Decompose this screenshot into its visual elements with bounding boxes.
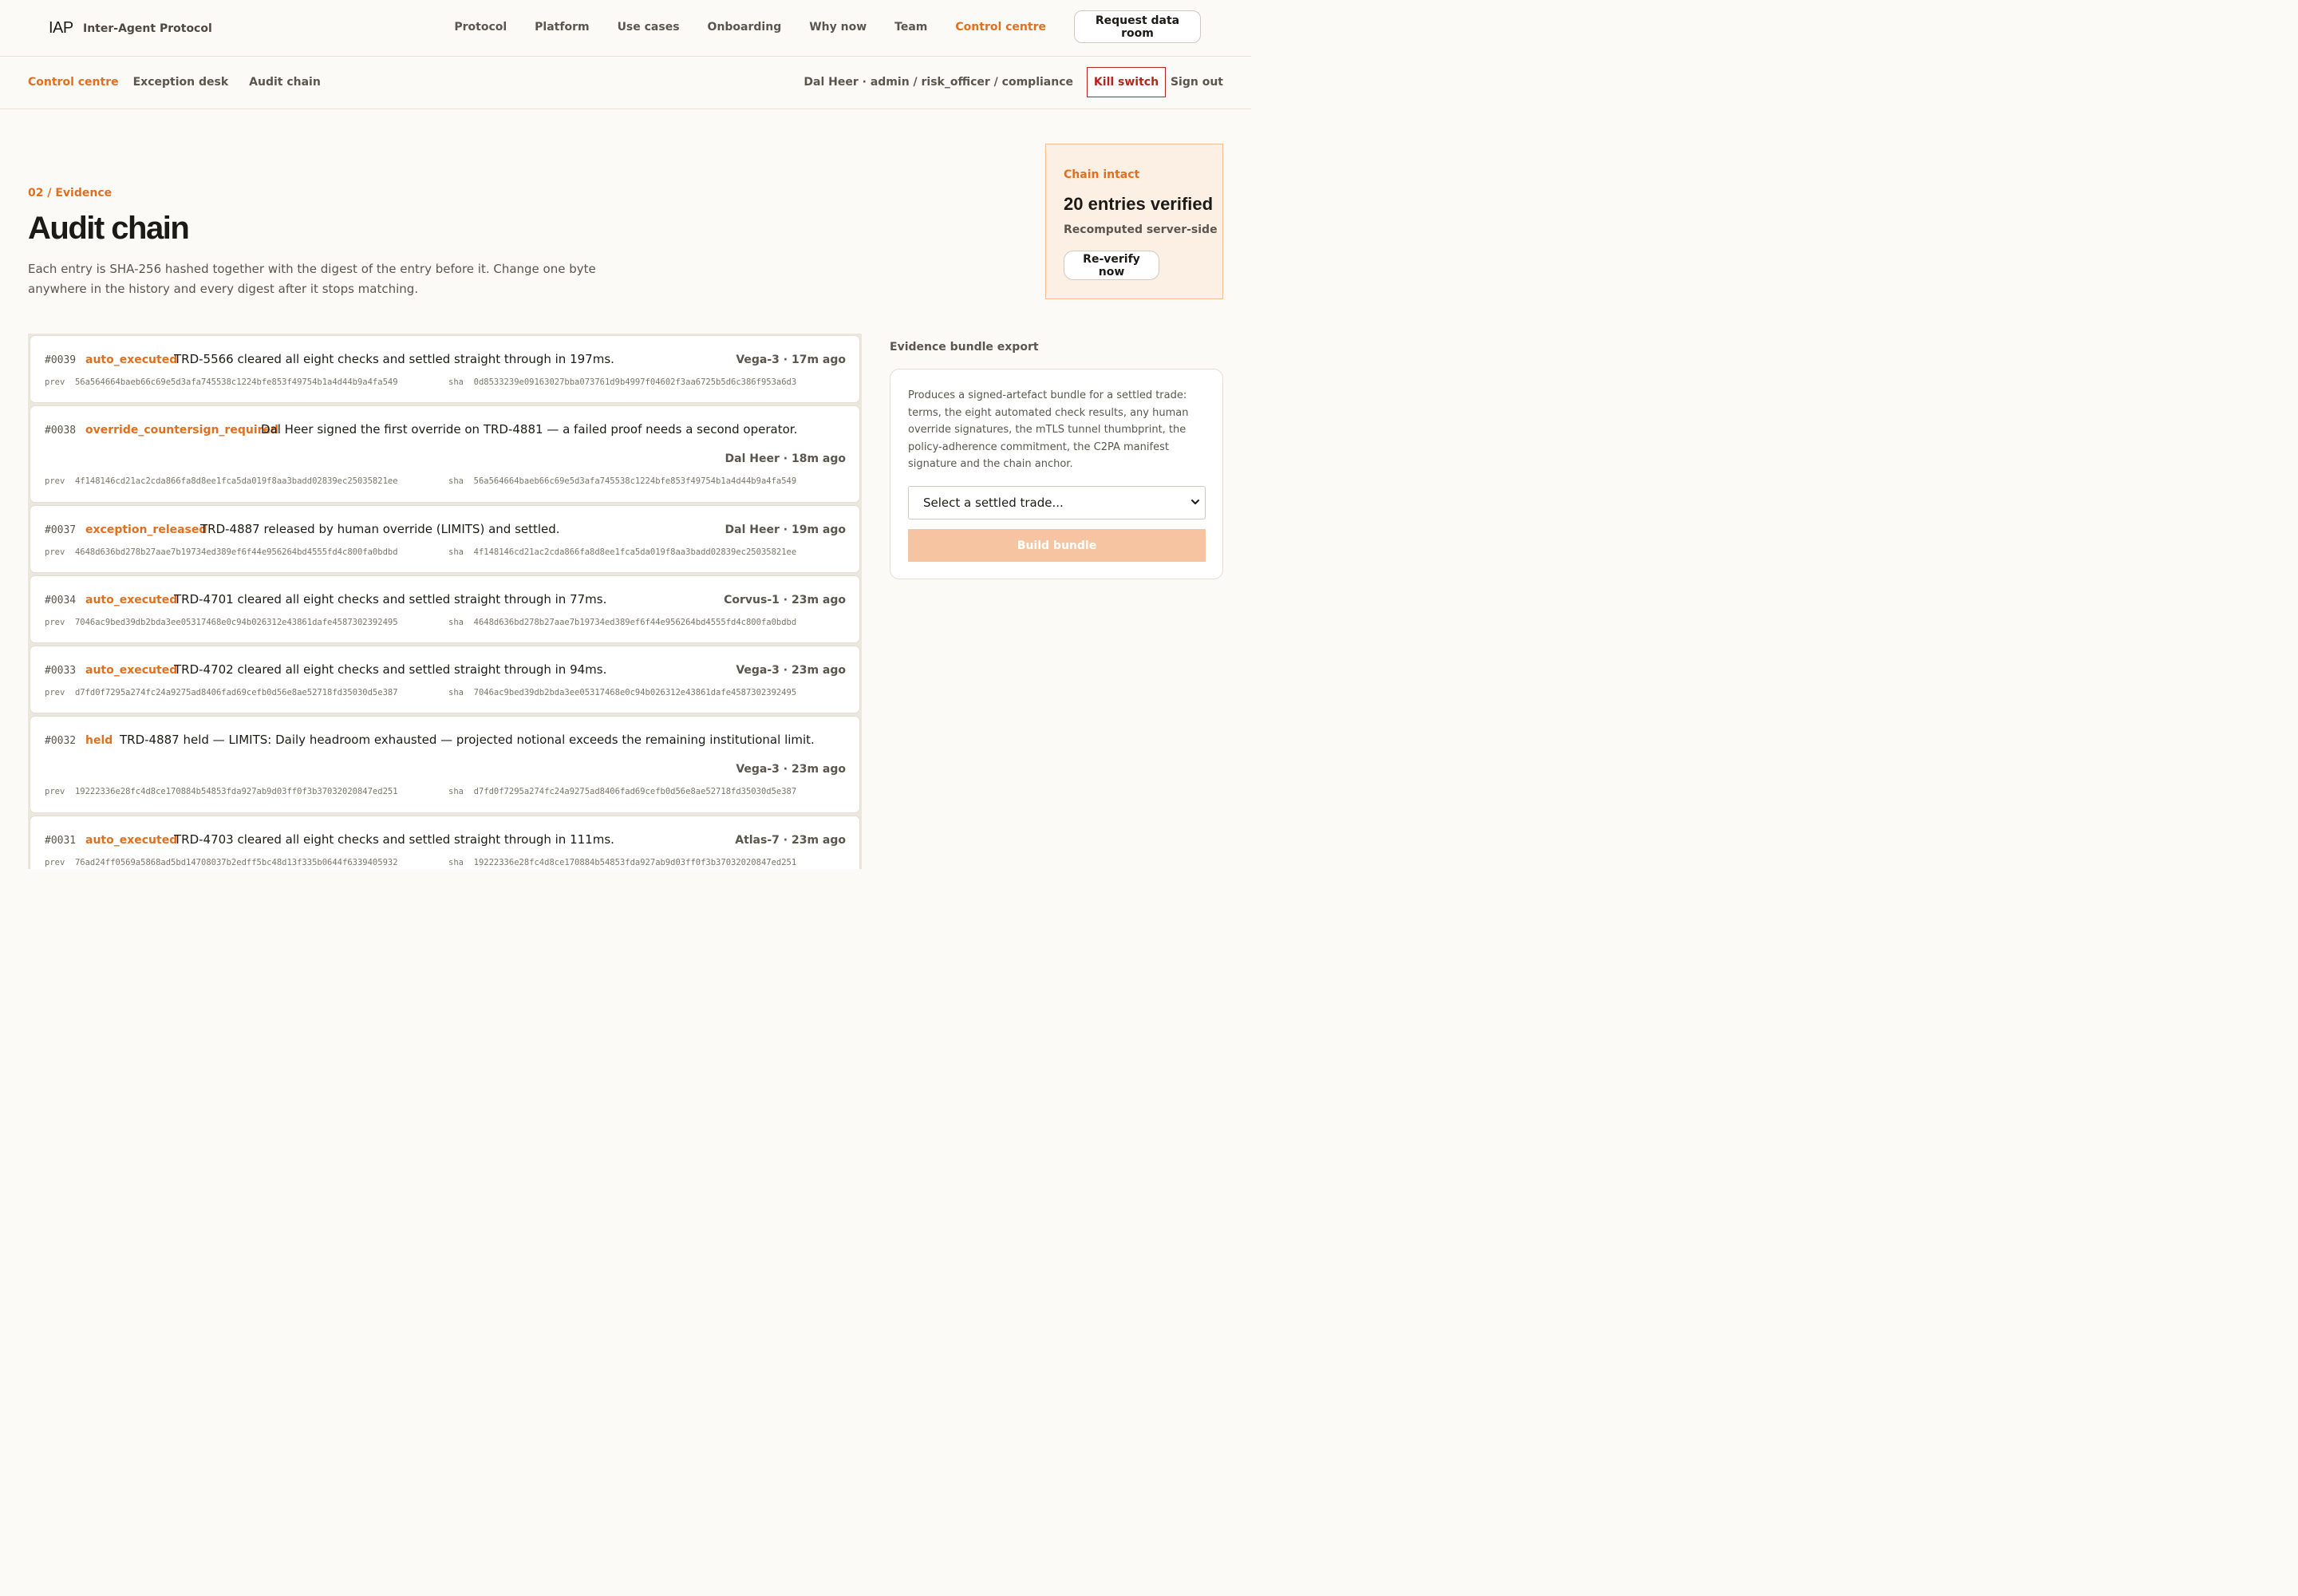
current-user: Dal Heer · admin / risk_officer / compli… <box>804 76 1073 89</box>
entry-sha-hash: sha 56a564664baeb66c69e5d3afa745538c1224… <box>448 476 797 486</box>
nav-why-now[interactable]: Why now <box>809 21 867 34</box>
nav-team[interactable]: Team <box>894 21 927 34</box>
entry-meta: Dal Heer · 19m ago <box>725 523 846 536</box>
entry-sha-hash: sha 7046ac9bed39db2bda3ee05317468e0c94b0… <box>448 688 797 697</box>
entry-description: TRD-4702 cleared all eight checks and se… <box>174 662 607 677</box>
sign-out-link[interactable]: Sign out <box>1171 76 1223 89</box>
entry-prev-hash: prev d7fd0f7295a274fc24a9275ad8406fad69c… <box>45 688 398 697</box>
entry-number: #0033 <box>45 665 77 677</box>
select-value: Select a settled trade... <box>923 496 1064 510</box>
chain-status-sub: Recomputed server-side <box>1064 223 1218 236</box>
entry-meta: Dal Heer · 18m ago <box>725 452 846 465</box>
audit-entry: #0037 exception_released TRD-4887 releas… <box>30 505 860 573</box>
settled-trade-select[interactable]: Select a settled trade... <box>908 486 1206 519</box>
audit-entry: #0038 override_countersign_required Dal … <box>30 405 860 503</box>
audit-entry: #0034 auto_executed TRD-4701 cleared all… <box>30 575 860 643</box>
subnav-control-centre[interactable]: Control centre <box>28 76 119 89</box>
nav-onboarding[interactable]: Onboarding <box>708 21 782 34</box>
entry-prev-hash: prev 56a564664baeb66c69e5d3afa745538c122… <box>45 377 398 387</box>
entry-description: TRD-4703 cleared all eight checks and se… <box>174 832 614 847</box>
section-eyebrow: 02 / Evidence <box>28 187 113 200</box>
nav-use-cases[interactable]: Use cases <box>618 21 680 34</box>
export-section-title: Evidence bundle export <box>890 341 1039 354</box>
entry-number: #0037 <box>45 524 77 536</box>
kill-switch-button[interactable]: Kill switch <box>1087 67 1166 97</box>
audit-entry-list[interactable]: #0039 auto_executed TRD-5566 cleared all… <box>28 334 862 869</box>
entry-type: exception_released <box>85 523 207 536</box>
entry-type: auto_executed <box>85 664 178 677</box>
page: IAP Inter-Agent Protocol Protocol Platfo… <box>0 0 1251 869</box>
chain-status-label: Chain intact <box>1064 168 1140 181</box>
audit-entry: #0032 held TRD-4887 held — LIMITS: Daily… <box>30 716 860 813</box>
chevron-down-icon <box>1191 500 1199 504</box>
entry-type: auto_executed <box>85 594 178 606</box>
entry-description: TRD-4701 cleared all eight checks and se… <box>174 592 607 606</box>
logo[interactable]: IAP <box>49 19 73 38</box>
sub-nav: Control centre Exception desk Audit chai… <box>28 76 342 89</box>
nav-protocol[interactable]: Protocol <box>454 21 507 34</box>
entry-type: override_countersign_required <box>85 424 279 437</box>
audit-entry: #0039 auto_executed TRD-5566 cleared all… <box>30 335 860 403</box>
entry-type: held <box>85 734 113 747</box>
top-header: IAP Inter-Agent Protocol Protocol Platfo… <box>0 0 1251 57</box>
reverify-button[interactable]: Re-verify now <box>1064 251 1159 280</box>
entry-meta: Vega-3 · 17m ago <box>736 354 846 366</box>
entry-sha-hash: sha 4648d636bd278b27aae7b19734ed389ef6f4… <box>448 618 797 627</box>
entry-number: #0038 <box>45 425 77 437</box>
entry-type: auto_executed <box>85 354 178 366</box>
entry-number: #0032 <box>45 735 77 747</box>
entry-sha-hash: sha 0d8533239e09163027bba073761d9b4997f0… <box>448 377 797 387</box>
chain-entry-count: 20 entries verified <box>1064 194 1214 214</box>
entry-number: #0031 <box>45 835 77 847</box>
main-nav: Protocol Platform Use cases Onboarding W… <box>454 21 1046 34</box>
subnav-exception-desk[interactable]: Exception desk <box>133 76 229 89</box>
subnav-audit-chain[interactable]: Audit chain <box>249 76 321 89</box>
export-card: Produces a signed-artefact bundle for a … <box>890 369 1223 579</box>
entry-prev-hash: prev 4648d636bd278b27aae7b19734ed389ef6f… <box>45 547 398 557</box>
entry-meta: Vega-3 · 23m ago <box>736 763 846 776</box>
entry-prev-hash: prev 19222336e28fc4d8ce170884b54853fda92… <box>45 787 398 796</box>
entry-description: TRD-4887 released by human override (LIM… <box>200 522 560 536</box>
export-description: Produces a signed-artefact bundle for a … <box>908 389 1189 470</box>
entry-prev-hash: prev 76ad24ff0569a5868ad5bd14708037b2edf… <box>45 858 398 867</box>
nav-platform[interactable]: Platform <box>535 21 589 34</box>
request-data-room-button[interactable]: Request data room <box>1074 10 1201 43</box>
chain-status-card: Chain intact 20 entries verified Recompu… <box>1045 144 1223 299</box>
entry-sha-hash: sha d7fd0f7295a274fc24a9275ad8406fad69ce… <box>448 787 797 796</box>
entry-prev-hash: prev 4f148146cd21ac2cda866fa8d8ee1fca5da… <box>45 476 398 486</box>
page-description: Each entry is SHA-256 hashed together wi… <box>28 262 596 296</box>
entry-meta: Atlas-7 · 23m ago <box>735 834 846 847</box>
entry-sha-hash: sha 4f148146cd21ac2cda866fa8d8ee1fca5da0… <box>448 547 797 557</box>
nav-control-centre[interactable]: Control centre <box>955 21 1046 34</box>
brand-name: Inter-Agent Protocol <box>83 22 212 35</box>
entry-number: #0039 <box>45 354 77 366</box>
entry-meta: Vega-3 · 23m ago <box>736 664 846 677</box>
entry-meta: Corvus-1 · 23m ago <box>724 594 846 606</box>
entry-description: TRD-4887 held — LIMITS: Daily headroom e… <box>120 733 815 747</box>
entry-type: auto_executed <box>85 834 178 847</box>
sub-header: Control centre Exception desk Audit chai… <box>0 57 1251 109</box>
entry-sha-hash: sha 19222336e28fc4d8ce170884b54853fda927… <box>448 858 797 867</box>
entry-prev-hash: prev 7046ac9bed39db2bda3ee05317468e0c94b… <box>45 618 398 627</box>
audit-entry: #0033 auto_executed TRD-4702 cleared all… <box>30 646 860 713</box>
build-bundle-button[interactable]: Build bundle <box>908 529 1206 562</box>
entry-description: TRD-5566 cleared all eight checks and se… <box>174 352 614 366</box>
entry-description: Dal Heer signed the first override on TR… <box>261 422 798 437</box>
audit-entry: #0031 auto_executed TRD-4703 cleared all… <box>30 816 860 869</box>
entry-number: #0034 <box>45 595 77 606</box>
page-title: Audit chain <box>28 211 190 246</box>
